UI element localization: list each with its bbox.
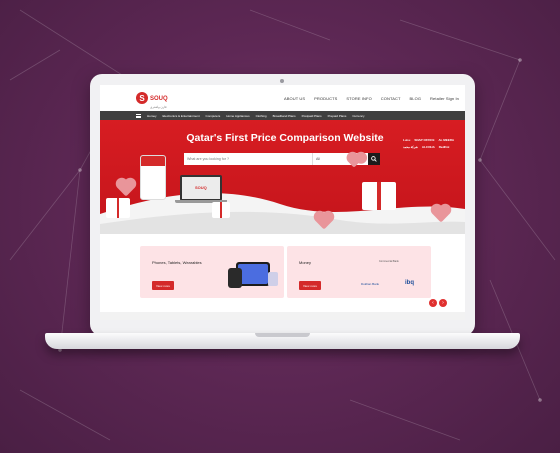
view-more-button[interactable]: View more: [152, 281, 174, 290]
view-more-button[interactable]: View more: [299, 281, 321, 290]
laptop-notch: [255, 333, 310, 337]
heart-decoration: [348, 156, 360, 168]
nav-retailer-sign-in[interactable]: Retailer Sign In: [430, 96, 459, 101]
mini-logo: SOUQ: [195, 185, 207, 190]
card-phones[interactable]: Phones, Tablets, Wearables View more: [140, 246, 284, 298]
category-item[interactable]: Clothing: [256, 114, 267, 118]
bank-logo: Dukhan Bank: [361, 282, 380, 286]
nav-products[interactable]: PRODUCTS: [314, 96, 337, 101]
gift-box-illustration: [106, 198, 130, 218]
phone-illustration: [140, 155, 166, 200]
nav-blog[interactable]: BLOG: [410, 96, 422, 101]
category-item[interactable]: Computers: [206, 114, 221, 118]
category-bar: Homey Electronics & Entertainment Comput…: [100, 111, 465, 120]
search-icon: [371, 156, 377, 162]
category-item[interactable]: Broadband Plans: [273, 114, 296, 118]
camera-dot: [280, 79, 284, 83]
hero-banner: Qatar's First Price Comparison Website A…: [100, 120, 465, 234]
bank-logo: Commercial Bank: [379, 260, 399, 263]
logo-name: SOUQ: [150, 96, 168, 102]
nav-contact[interactable]: CONTACT: [381, 96, 401, 101]
category-cards-section: Phones, Tablets, Wearables View more Mon…: [100, 234, 465, 320]
devices-illustration: [228, 262, 278, 288]
laptop-base: [45, 333, 520, 349]
site-header: S SOUQ قارن واشتري ABOUT US PRODUCTS STO…: [100, 85, 465, 111]
sponsor-logo[interactable]: RedDot: [439, 145, 450, 149]
sponsor-logo[interactable]: LuLu: [403, 138, 410, 142]
card-title: Phones, Tablets, Wearables: [152, 260, 202, 265]
gift-box-illustration: [362, 182, 396, 210]
nav-store-info[interactable]: STORE INFO: [346, 96, 371, 101]
chevron-right-icon[interactable]: ›: [439, 299, 447, 307]
category-item[interactable]: Homey: [147, 114, 157, 118]
menu-icon[interactable]: [136, 113, 141, 118]
site-logo[interactable]: S SOUQ قارن واشتري: [136, 87, 168, 109]
search-button[interactable]: [368, 153, 380, 165]
sponsor-logo[interactable]: ALCOHA: [422, 145, 435, 149]
footer-strip: [100, 312, 465, 320]
card-title: Money: [299, 260, 312, 265]
card-money[interactable]: Money View more Commercial Bank Dukhan B…: [287, 246, 431, 298]
category-item[interactable]: Prepaid Plans: [328, 114, 347, 118]
category-item[interactable]: Currency: [352, 114, 364, 118]
search-input[interactable]: [184, 153, 312, 165]
chevron-left-icon[interactable]: ‹: [429, 299, 437, 307]
sponsor-logo[interactable]: شركة محمد: [403, 145, 418, 149]
logo-badge: S: [136, 92, 148, 104]
sponsor-logo[interactable]: AL MEERA: [438, 138, 454, 142]
carousel-arrows: ‹ ›: [429, 299, 447, 307]
nav-about[interactable]: ABOUT US: [284, 96, 305, 101]
website-screen: S SOUQ قارن واشتري ABOUT US PRODUCTS STO…: [100, 85, 465, 320]
gift-box-illustration: [212, 202, 230, 218]
sponsor-logos: LuLu SNAP OFFICE AL MEERA شركة محمد ALCO…: [403, 138, 459, 149]
top-nav: ABOUT US PRODUCTS STORE INFO CONTACT BLO…: [284, 96, 459, 101]
category-item[interactable]: Home Appliances: [226, 114, 249, 118]
category-item[interactable]: Postpaid Plans: [302, 114, 322, 118]
logo-subtitle: قارن واشتري: [150, 105, 167, 109]
category-item[interactable]: Electronics & Entertainment: [163, 114, 200, 118]
bank-logo: ibq: [405, 280, 414, 286]
hero-title: Qatar's First Price Comparison Website: [186, 132, 384, 144]
sponsor-logo[interactable]: SNAP OFFICE: [414, 138, 434, 142]
laptop-illustration: SOUQ: [180, 175, 222, 201]
